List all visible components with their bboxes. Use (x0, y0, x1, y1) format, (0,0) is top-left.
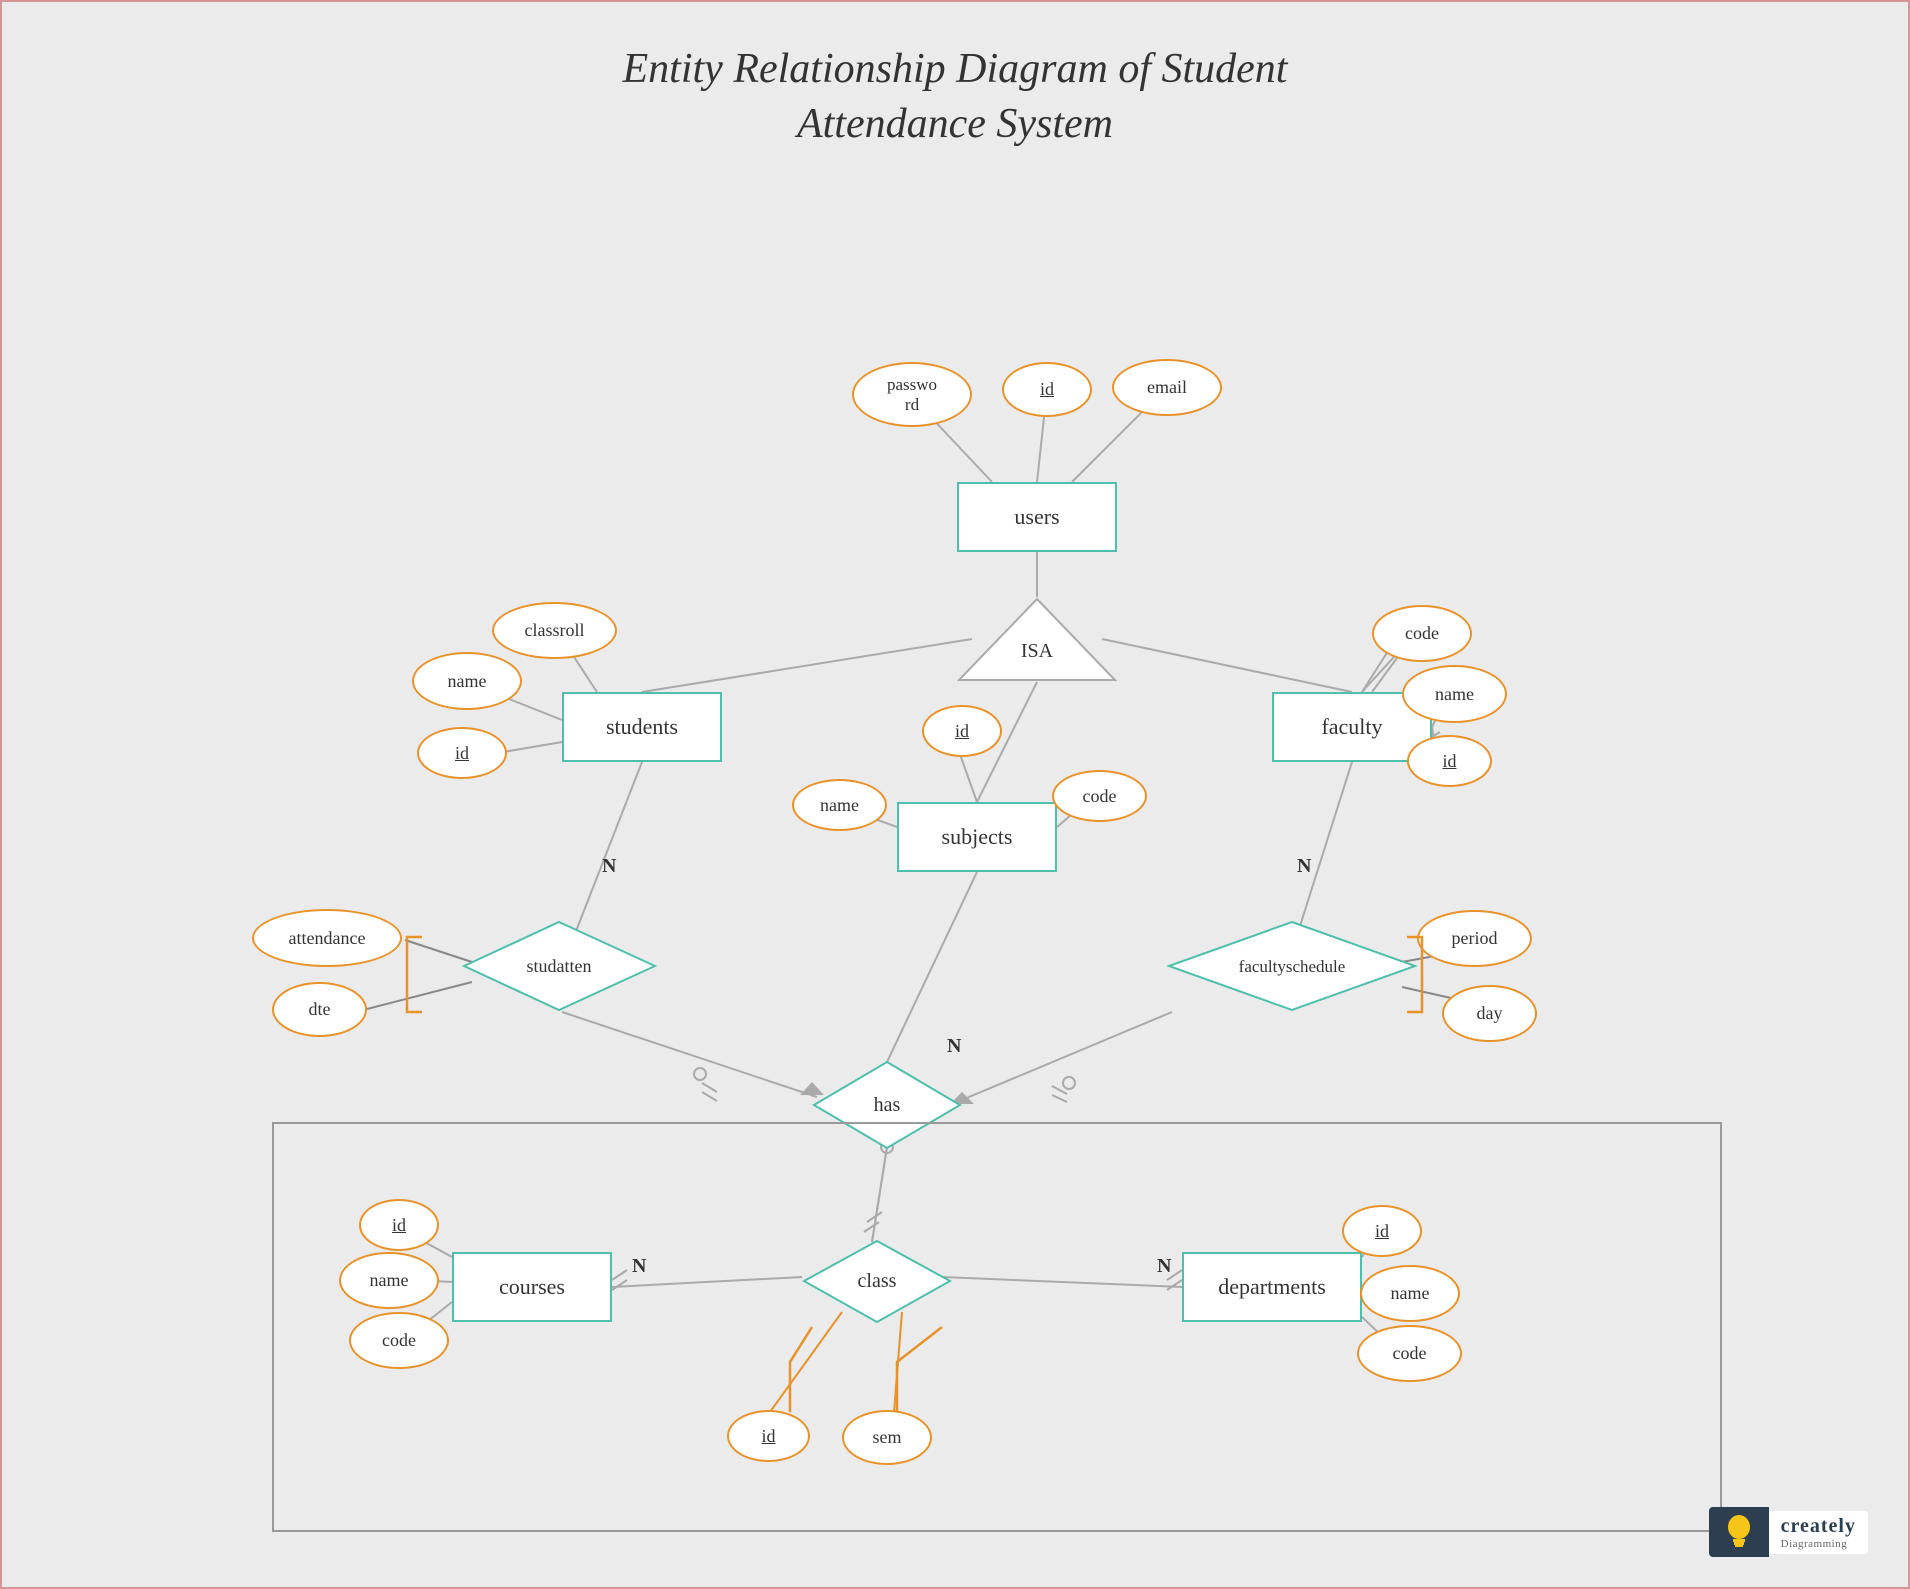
title-line1: Entity Relationship Diagram of Student (2, 42, 1908, 97)
svg-text:N: N (1297, 855, 1312, 877)
attr-facultyschedule-period: period (1417, 910, 1532, 967)
attr-users-email: email (1112, 359, 1222, 416)
attr-users-id: id (1002, 362, 1092, 417)
inner-rectangle (272, 1122, 1722, 1532)
studatten-diamond-svg: studatten (462, 920, 657, 1012)
svg-text:N: N (947, 1035, 962, 1057)
svg-text:has: has (874, 1094, 901, 1116)
diagram-area: N N N N N (102, 162, 1808, 1507)
attr-faculty-code: code (1372, 605, 1472, 662)
svg-text:studatten: studatten (527, 956, 592, 976)
attr-students-id: id (417, 727, 507, 779)
relationship-facultyschedule: facultyschedule (1167, 920, 1417, 1012)
title-line2: Attendance System (2, 97, 1908, 152)
entity-users: users (957, 482, 1117, 552)
attr-students-classroll: classroll (492, 602, 617, 659)
facultyschedule-diamond-svg: facultyschedule (1167, 920, 1417, 1012)
logo-subtitle: Diagramming (1781, 1538, 1856, 1550)
main-container: Entity Relationship Diagram of Student A… (0, 0, 1910, 1589)
entity-subjects: subjects (897, 802, 1057, 872)
attr-faculty-name: name (1402, 665, 1507, 723)
relationship-studatten: studatten (462, 920, 657, 1012)
diagram-title: Entity Relationship Diagram of Student A… (2, 2, 1908, 151)
bulb-icon (1723, 1513, 1755, 1551)
attr-users-password: passwo rd (852, 362, 972, 427)
attr-faculty-id: id (1407, 735, 1492, 787)
attr-students-name: name (412, 652, 522, 710)
entity-students: students (562, 692, 722, 762)
attr-studatten-attendance: attendance (252, 909, 402, 967)
logo-text-area: creately Diagramming (1769, 1511, 1868, 1554)
logo-bulb (1709, 1507, 1769, 1557)
attr-facultyschedule-day: day (1442, 985, 1537, 1042)
attr-subjects-id: id (922, 705, 1002, 757)
attr-subjects-name: name (792, 779, 887, 831)
svg-text:facultyschedule: facultyschedule (1239, 957, 1346, 976)
creately-logo: creately Diagramming (1709, 1507, 1868, 1557)
relationship-isa: ISA (957, 597, 1117, 682)
svg-text:N: N (602, 855, 617, 877)
logo-brand: creately (1781, 1515, 1856, 1538)
attr-subjects-code: code (1052, 770, 1147, 822)
attr-studatten-dte: dte (272, 982, 367, 1037)
isa-triangle-svg: ISA (957, 597, 1117, 682)
svg-text:ISA: ISA (1021, 640, 1054, 662)
